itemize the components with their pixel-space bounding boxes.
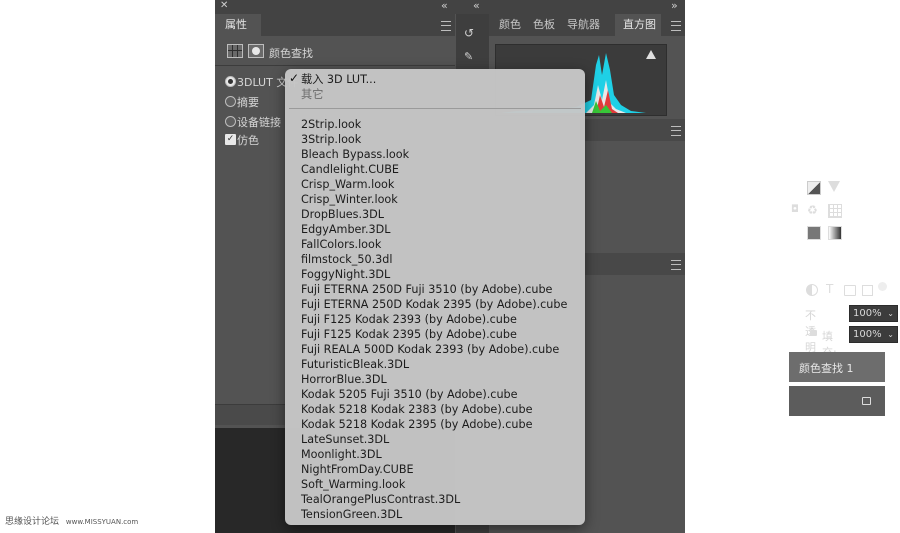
opacity-value: 100%	[853, 308, 882, 319]
layer-row-background[interactable]	[789, 386, 885, 416]
color-lookup-icon[interactable]	[828, 204, 842, 218]
menu-item-load-3d-lut[interactable]: 载入 3D LUT...	[301, 72, 376, 87]
radio-device-link[interactable]	[225, 116, 236, 127]
panel-menu-icon[interactable]	[671, 260, 681, 270]
option-device-link-label: 设备链接	[237, 116, 281, 129]
tab-properties[interactable]: 属性	[215, 14, 261, 36]
panel-menu-icon[interactable]	[441, 21, 451, 31]
tab-histogram-label: 直方图	[623, 18, 656, 31]
watermark: 思缘设计论坛 www.MISSYUAN.com	[5, 514, 138, 527]
shape-filter-icon[interactable]	[844, 285, 856, 296]
filter-toggle-icon[interactable]	[878, 282, 887, 291]
collapse-tools-icon[interactable]: «	[473, 0, 480, 12]
menu-item-lut[interactable]: Fuji F125 Kodak 2395 (by Adobe).cube	[301, 327, 517, 342]
panel-menu-icon[interactable]	[671, 21, 681, 31]
menu-item-other: 其它	[301, 88, 324, 101]
option-dither-label: 仿色	[237, 134, 259, 147]
close-icon[interactable]: ✕	[220, 0, 228, 11]
menu-item-lut[interactable]: Kodak 5205 Fuji 3510 (by Adobe).cube	[301, 387, 518, 402]
curves-icon[interactable]	[807, 181, 821, 195]
lock-all-icon[interactable]	[810, 330, 817, 336]
menu-item-lut[interactable]: FuturisticBleak.3DL	[301, 357, 409, 372]
menu-item-lut[interactable]: HorrorBlue.3DL	[301, 372, 387, 387]
menu-item-lut[interactable]: EdgyAmber.3DL	[301, 222, 391, 237]
expand-right-icon[interactable]: »	[671, 0, 678, 12]
title-strip: ✕ « « »	[215, 0, 685, 14]
photo-filter-icon[interactable]: ◘	[791, 204, 803, 216]
tab-navigator[interactable]: 导航器	[567, 14, 600, 36]
checkmark-icon: ✓	[289, 71, 300, 85]
menu-item-lut[interactable]: Bleach Bypass.look	[301, 147, 409, 162]
checkbox-dither[interactable]: ✓	[225, 134, 236, 145]
menu-item-lut[interactable]: LateSunset.3DL	[301, 432, 389, 447]
lock-icon	[862, 397, 871, 405]
right-tab-bar: 颜色 色板 导航器 直方图	[489, 14, 685, 36]
menu-item-lut[interactable]: FallColors.look	[301, 237, 381, 252]
divider	[215, 65, 455, 66]
gradient-map-triangle-icon[interactable]	[828, 181, 840, 192]
menu-item-lut[interactable]: filmstock_50.3dl	[301, 252, 392, 267]
collapse-left-icon[interactable]: «	[441, 0, 448, 12]
menu-item-lut[interactable]: Soft_Warming.look	[301, 477, 405, 492]
chevron-down-icon: ⌄	[887, 309, 894, 318]
adjustment-title: 颜色查找	[269, 47, 313, 60]
smart-object-filter-icon[interactable]	[862, 285, 873, 296]
menu-item-lut[interactable]: Crisp_Winter.look	[301, 192, 398, 207]
brush-preset-icon[interactable]: ✎	[464, 50, 480, 64]
menu-item-lut[interactable]: Candlelight.CUBE	[301, 162, 399, 177]
adjustment-grid-icon[interactable]	[227, 44, 243, 58]
menu-item-lut[interactable]: FoggyNight.3DL	[301, 267, 390, 282]
panel-menu-icon[interactable]	[671, 126, 681, 136]
menu-item-lut[interactable]: 2Strip.look	[301, 117, 361, 132]
channel-mixer-icon[interactable]: ♻	[807, 204, 819, 216]
watermark-site-name: 思缘设计论坛	[5, 517, 60, 527]
menu-item-lut[interactable]: Moonlight.3DL	[301, 447, 382, 462]
menu-item-lut[interactable]: DropBlues.3DL	[301, 207, 384, 222]
menu-item-lut[interactable]: 3Strip.look	[301, 132, 361, 147]
menu-item-lut[interactable]: TealOrangePlusContrast.3DL	[301, 492, 460, 507]
tab-swatches[interactable]: 色板	[533, 14, 555, 36]
layer-name: 颜色查找 1	[799, 362, 854, 375]
option-abstract-label: 摘要	[237, 96, 259, 109]
menu-item-lut[interactable]: Fuji ETERNA 250D Kodak 2395 (by Adobe).c…	[301, 297, 567, 312]
fill-field[interactable]: 100% ⌄	[849, 326, 898, 343]
mask-icon[interactable]	[248, 44, 264, 58]
menu-item-lut[interactable]: Fuji ETERNA 250D Fuji 3510 (by Adobe).cu…	[301, 282, 552, 297]
menu-item-lut[interactable]: Kodak 5218 Kodak 2383 (by Adobe).cube	[301, 402, 532, 417]
type-filter-icon[interactable]: T	[826, 282, 833, 296]
properties-tab-bar: 属性	[215, 14, 455, 36]
tab-color[interactable]: 颜色	[499, 14, 521, 36]
watermark-url: www.MISSYUAN.com	[65, 518, 139, 526]
radio-3dlut-file[interactable]	[225, 76, 236, 87]
tab-histogram[interactable]: 直方图	[615, 14, 661, 36]
layer-row-selected[interactable]: 颜色查找 1	[789, 352, 885, 382]
menu-item-lut[interactable]: TensionGreen.3DL	[301, 507, 402, 522]
chevron-down-icon: ⌄	[887, 330, 894, 339]
menu-item-lut[interactable]: Fuji REALA 500D Kodak 2393 (by Adobe).cu…	[301, 342, 559, 357]
gradient-map-icon[interactable]	[828, 226, 842, 240]
fill-value: 100%	[853, 329, 882, 340]
selective-color-icon[interactable]	[807, 226, 821, 240]
radio-abstract[interactable]	[225, 96, 236, 107]
opacity-field[interactable]: 100% ⌄	[849, 305, 898, 322]
menu-divider	[289, 108, 581, 109]
adjustment-filter-icon[interactable]	[806, 284, 818, 296]
lut-dropdown-menu: ✓ 载入 3D LUT... 其它 2Strip.look 3Strip.loo…	[285, 69, 585, 525]
history-brush-icon[interactable]: ↺	[464, 26, 480, 40]
menu-item-lut[interactable]: Kodak 5218 Kodak 2395 (by Adobe).cube	[301, 417, 532, 432]
menu-item-lut[interactable]: Crisp_Warm.look	[301, 177, 394, 192]
menu-item-lut[interactable]: NightFromDay.CUBE	[301, 462, 414, 477]
warning-icon[interactable]	[646, 50, 656, 59]
menu-item-lut[interactable]: Fuji F125 Kodak 2393 (by Adobe).cube	[301, 312, 517, 327]
